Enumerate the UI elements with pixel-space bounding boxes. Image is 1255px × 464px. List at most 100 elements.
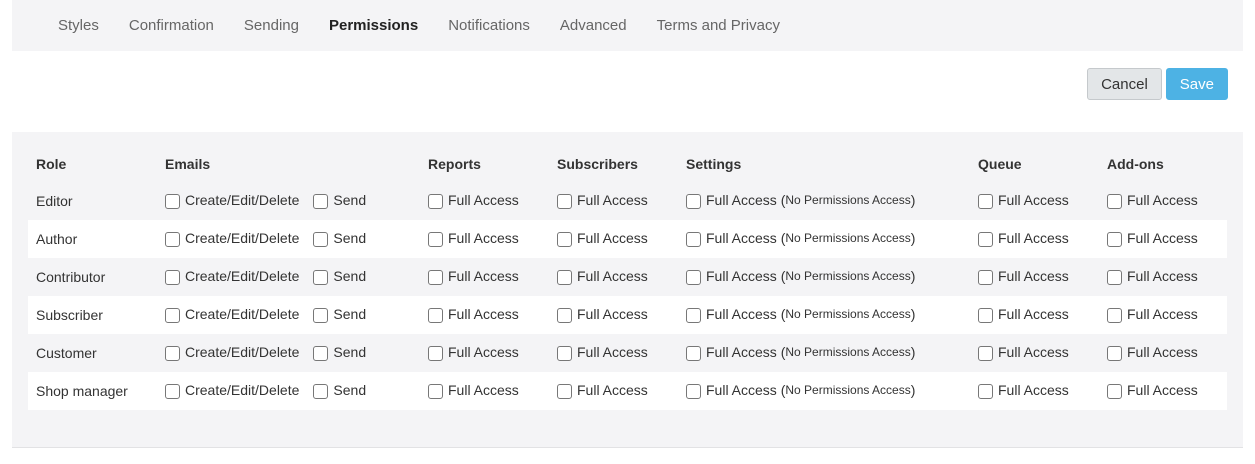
settings-full-access-checkbox[interactable] [686, 231, 701, 247]
permissions-panel: Role Emails Reports Subscribers Settings… [12, 132, 1243, 448]
subscribers-full-access-checkbox[interactable] [557, 231, 572, 247]
settings-full-access-checkbox[interactable] [686, 193, 701, 209]
queue-full-access-option[interactable]: Full Access [978, 305, 1069, 323]
addons-full-access-checkbox[interactable] [1107, 193, 1122, 209]
addons-full-access-option[interactable]: Full Access [1107, 229, 1198, 247]
emails-create-edit-delete-checkbox[interactable] [165, 231, 180, 247]
addons-full-access-option[interactable]: Full Access [1107, 267, 1198, 285]
subscribers-full-access-option[interactable]: Full Access [557, 381, 648, 399]
subscribers-full-access-option[interactable]: Full Access [557, 343, 648, 361]
settings-full-access-checkbox[interactable] [686, 269, 701, 285]
subscribers-full-access-option[interactable]: Full Access [557, 305, 648, 323]
emails-send-checkbox[interactable] [313, 269, 329, 285]
settings-full-access-option[interactable]: Full Access (No Permissions Access) [686, 305, 915, 323]
tab-styles[interactable]: Styles [58, 17, 99, 34]
reports-full-access-checkbox[interactable] [428, 383, 443, 399]
emails-create-edit-delete-checkbox[interactable] [165, 345, 180, 361]
settings-full-access-option[interactable]: Full Access (No Permissions Access) [686, 343, 915, 361]
emails-create-edit-delete-checkbox[interactable] [165, 269, 180, 285]
settings-full-access-label: Full Access ( [706, 381, 786, 398]
emails-create-edit-delete-checkbox[interactable] [165, 193, 180, 209]
queue-full-access-option[interactable]: Full Access [978, 191, 1069, 209]
queue-full-access-option[interactable]: Full Access [978, 381, 1069, 399]
queue-full-access-checkbox[interactable] [978, 231, 993, 247]
subscribers-full-access-option[interactable]: Full Access [557, 229, 648, 247]
queue-full-access-checkbox[interactable] [978, 383, 993, 399]
addons-full-access-option[interactable]: Full Access [1107, 343, 1198, 361]
subscribers-full-access-checkbox[interactable] [557, 307, 572, 323]
tab-sending[interactable]: Sending [244, 17, 299, 34]
queue-full-access-checkbox[interactable] [978, 345, 993, 361]
settings-full-access-checkbox[interactable] [686, 383, 701, 399]
save-button[interactable]: Save [1165, 68, 1228, 100]
settings-full-access-option[interactable]: Full Access (No Permissions Access) [686, 381, 915, 399]
emails-create-edit-delete-option[interactable]: Create/Edit/Delete [165, 191, 299, 209]
reports-full-access-option[interactable]: Full Access [428, 381, 519, 399]
emails-send-checkbox[interactable] [313, 193, 329, 209]
subscribers-full-access-checkbox[interactable] [557, 345, 572, 361]
emails-send-option[interactable]: Send [313, 191, 366, 209]
reports-full-access-option[interactable]: Full Access [428, 229, 519, 247]
emails-send-option[interactable]: Send [313, 267, 366, 285]
reports-full-access-option[interactable]: Full Access [428, 305, 519, 323]
tab-terms-and-privacy[interactable]: Terms and Privacy [657, 17, 780, 34]
permissions-table: Role Emails Reports Subscribers Settings… [28, 146, 1227, 410]
emails-create-edit-delete-checkbox[interactable] [165, 383, 180, 399]
queue-full-access-checkbox[interactable] [978, 269, 993, 285]
subscribers-full-access-option[interactable]: Full Access [557, 267, 648, 285]
emails-send-option[interactable]: Send [313, 381, 366, 399]
emails-send-checkbox[interactable] [313, 345, 329, 361]
reports-full-access-checkbox[interactable] [428, 307, 443, 323]
emails-create-edit-delete-option[interactable]: Create/Edit/Delete [165, 229, 299, 247]
addons-full-access-checkbox[interactable] [1107, 307, 1122, 323]
emails-create-edit-delete-option[interactable]: Create/Edit/Delete [165, 267, 299, 285]
emails-create-edit-delete-option[interactable]: Create/Edit/Delete [165, 305, 299, 323]
queue-full-access-option[interactable]: Full Access [978, 343, 1069, 361]
addons-full-access-option[interactable]: Full Access [1107, 191, 1198, 209]
emails-send-option[interactable]: Send [313, 229, 366, 247]
emails-send-checkbox[interactable] [313, 383, 329, 399]
tab-advanced[interactable]: Advanced [560, 17, 627, 34]
emails-send-option[interactable]: Send [313, 343, 366, 361]
settings-note: No Permissions Access [785, 382, 911, 397]
addons-full-access-checkbox[interactable] [1107, 345, 1122, 361]
settings-full-access-option[interactable]: Full Access (No Permissions Access) [686, 191, 915, 209]
emails-create-edit-delete-option[interactable]: Create/Edit/Delete [165, 381, 299, 399]
settings-close: ) [910, 343, 916, 360]
reports-full-access-checkbox[interactable] [428, 345, 443, 361]
cancel-button[interactable]: Cancel [1087, 68, 1162, 100]
reports-full-access-checkbox[interactable] [428, 231, 443, 247]
settings-full-access-checkbox[interactable] [686, 307, 701, 323]
addons-full-access-checkbox[interactable] [1107, 269, 1122, 285]
subscribers-full-access-checkbox[interactable] [557, 383, 572, 399]
emails-send-option[interactable]: Send [313, 305, 366, 323]
tab-notifications[interactable]: Notifications [448, 17, 530, 34]
emails-create-edit-delete-checkbox[interactable] [165, 307, 180, 323]
addons-full-access-option[interactable]: Full Access [1107, 381, 1198, 399]
subscribers-full-access-checkbox[interactable] [557, 193, 572, 209]
reports-full-access-checkbox[interactable] [428, 193, 443, 209]
queue-full-access-checkbox[interactable] [978, 193, 993, 209]
queue-full-access-option[interactable]: Full Access [978, 229, 1069, 247]
subscribers-full-access-option[interactable]: Full Access [557, 191, 648, 209]
subscribers-full-access-checkbox[interactable] [557, 269, 572, 285]
emails-send-checkbox[interactable] [313, 307, 329, 323]
settings-full-access-option[interactable]: Full Access (No Permissions Access) [686, 229, 915, 247]
reports-full-access-option[interactable]: Full Access [428, 191, 519, 209]
tab-confirmation[interactable]: Confirmation [129, 17, 214, 34]
emails-send-label: Send [333, 191, 367, 208]
table-row: Author Create/Edit/Delete Send Full Access F… [28, 220, 1227, 258]
reports-full-access-checkbox[interactable] [428, 269, 443, 285]
settings-full-access-checkbox[interactable] [686, 345, 701, 361]
reports-full-access-option[interactable]: Full Access [428, 343, 519, 361]
settings-full-access-option[interactable]: Full Access (No Permissions Access) [686, 267, 915, 285]
addons-full-access-option[interactable]: Full Access [1107, 305, 1198, 323]
addons-full-access-checkbox[interactable] [1107, 231, 1122, 247]
reports-full-access-option[interactable]: Full Access [428, 267, 519, 285]
tab-permissions[interactable]: Permissions [329, 17, 418, 34]
queue-full-access-option[interactable]: Full Access [978, 267, 1069, 285]
emails-send-checkbox[interactable] [313, 231, 329, 247]
addons-full-access-checkbox[interactable] [1107, 383, 1122, 399]
queue-full-access-checkbox[interactable] [978, 307, 993, 323]
emails-create-edit-delete-option[interactable]: Create/Edit/Delete [165, 343, 299, 361]
